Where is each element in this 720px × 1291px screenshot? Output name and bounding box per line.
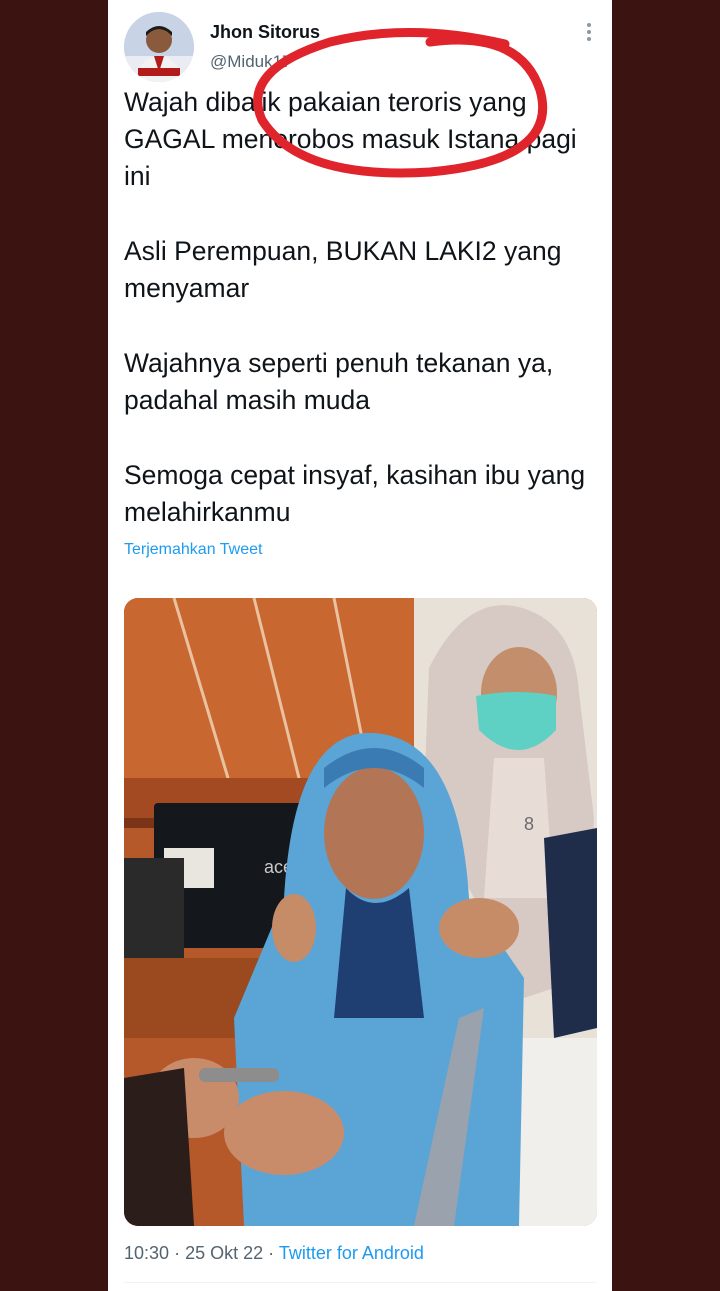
avatar[interactable] <box>124 12 194 82</box>
tweet-card: Jhon Sitorus @Miduk17 Wajah dibalik paka… <box>108 0 612 1291</box>
tweet-photo[interactable]: acer 8 <box>124 598 597 1226</box>
tweet-text: Wajah dibalik pakaian teroris yang GAGAL… <box>124 84 600 569</box>
more-vertical-icon[interactable] <box>584 22 594 42</box>
translate-tweet-link[interactable]: Terjemahkan Tweet <box>124 541 262 559</box>
author-handle[interactable]: @Miduk17 <box>210 52 292 72</box>
meta-separator: · <box>174 1243 181 1263</box>
tweet-meta: 10:30 · 25 Okt 22 · Twitter for Android <box>124 1243 424 1264</box>
meta-separator: · <box>268 1243 275 1263</box>
author-name[interactable]: Jhon Sitorus <box>210 22 320 43</box>
photo-tag-label: 8 <box>524 814 534 834</box>
tweet-paragraph: Wajahnya seperti penuh tekanan ya, padah… <box>124 348 554 415</box>
tweet-paragraph: Asli Perempuan, BUKAN LAKI2 yang menyama… <box>124 236 562 303</box>
tweet-time[interactable]: 10:30 <box>124 1243 169 1263</box>
tweet-source-link[interactable]: Twitter for Android <box>279 1243 424 1263</box>
avatar-image <box>124 12 194 82</box>
tweet-date[interactable]: 25 Okt 22 <box>185 1243 263 1263</box>
tweet-paragraph: Wajah dibalik pakaian teroris yang GAGAL… <box>124 87 577 191</box>
tweet-paragraph: Semoga cepat insyaf, kasihan ibu yang me… <box>124 460 586 527</box>
right-backdrop <box>612 0 720 1291</box>
left-backdrop <box>0 0 108 1291</box>
photo-illustration: acer 8 <box>124 598 597 1226</box>
divider <box>124 1282 596 1283</box>
